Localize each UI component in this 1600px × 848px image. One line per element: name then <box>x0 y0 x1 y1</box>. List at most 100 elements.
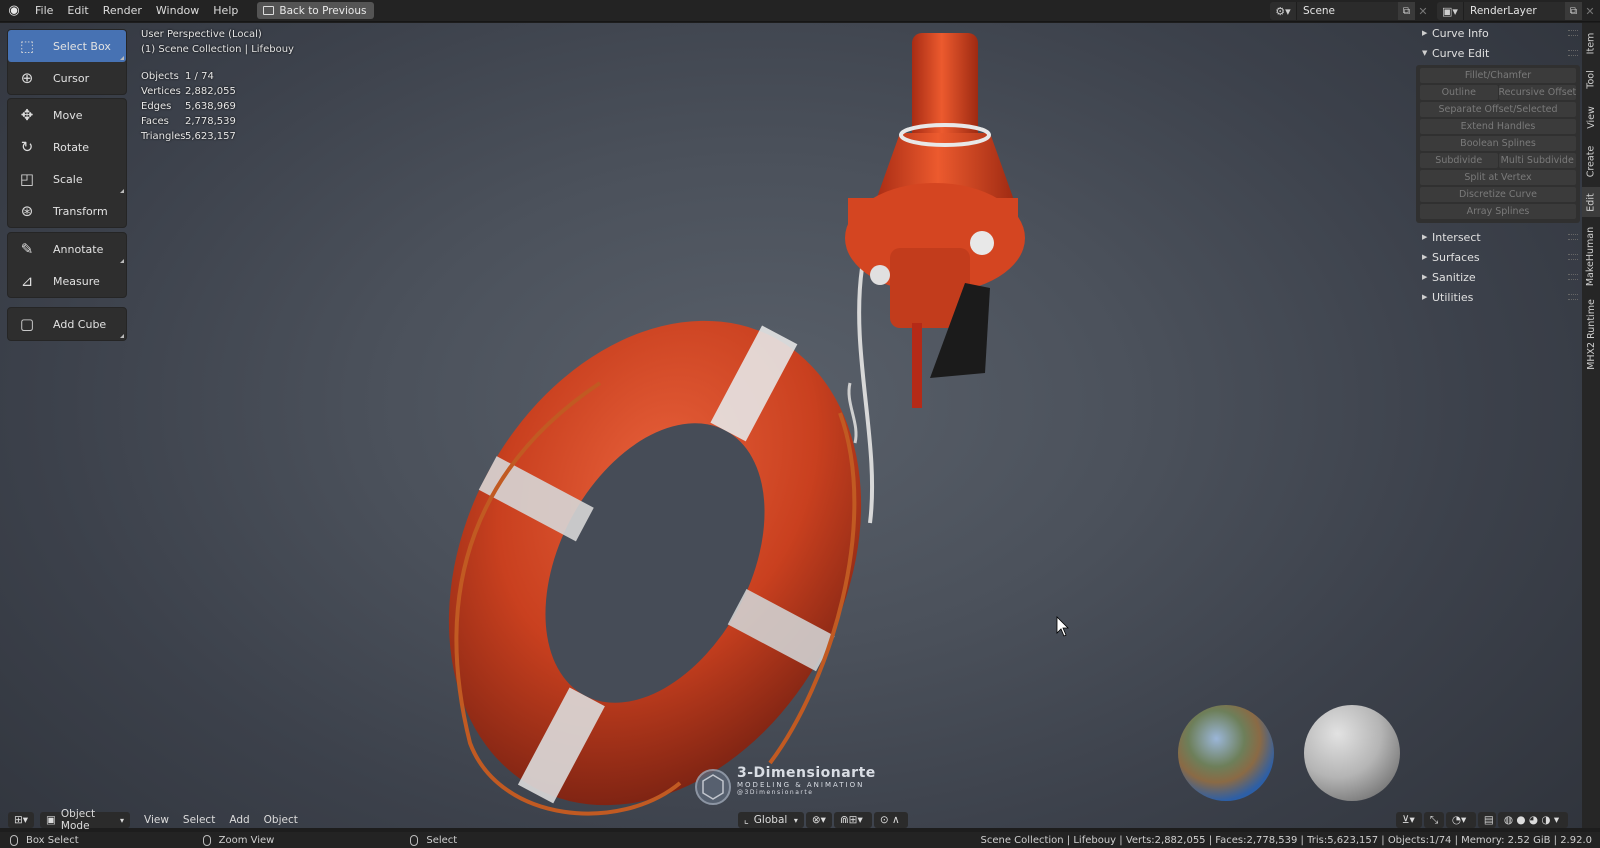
delete-layer-icon[interactable]: ✕ <box>1582 2 1598 20</box>
menu-render[interactable]: Render <box>96 0 149 22</box>
tool-transform[interactable]: ⊛ Transform <box>8 195 126 227</box>
subdivide-button[interactable]: Subdivide <box>1420 153 1498 168</box>
drag-grip-icon[interactable] <box>1568 294 1578 300</box>
panel-curve-edit-header[interactable]: ▼ Curve Edit <box>1416 43 1582 63</box>
tab-create[interactable]: Create <box>1582 139 1600 183</box>
multi-subdivide-button[interactable]: Multi Subdivide <box>1498 153 1576 168</box>
panel-utilities-header[interactable]: ▶ Utilities <box>1416 287 1582 307</box>
tool-scale-label: Scale <box>53 172 83 186</box>
delete-scene-icon[interactable]: ✕ <box>1415 2 1431 20</box>
transform-icon: ⊛ <box>20 202 34 220</box>
duplicate-scene-icon[interactable]: ⧉ <box>1398 2 1415 20</box>
panel-surfaces-header[interactable]: ▶ Surfaces <box>1416 247 1582 267</box>
stat-row: Edges 5,638,969 <box>141 101 236 112</box>
tool-add-cube[interactable]: ▢ Add Cube <box>8 308 126 340</box>
back-to-previous-button[interactable]: Back to Previous <box>257 2 375 19</box>
tool-measure-label: Measure <box>53 274 100 288</box>
drag-grip-icon[interactable] <box>1568 254 1578 260</box>
array-splines-button[interactable]: Array Splines <box>1420 204 1576 219</box>
scene-icon[interactable]: ⚙▾ <box>1270 2 1296 20</box>
tool-rotate[interactable]: ↻ Rotate <box>8 131 126 163</box>
tool-select-box[interactable]: ⬚ Select Box <box>8 30 126 62</box>
tool-transform-label: Transform <box>53 204 108 218</box>
menu-window[interactable]: Window <box>149 0 206 22</box>
tool-annotate[interactable]: ✎ Annotate <box>8 233 126 265</box>
tool-cursor[interactable]: ⊕ Cursor <box>8 62 126 94</box>
transform-orientation-dropdown[interactable]: ⌞ Global ▾ <box>737 812 804 828</box>
scene-selector[interactable]: ⚙▾ Scene ⧉ ✕ <box>1270 2 1431 20</box>
xray-icon[interactable]: ▤ <box>1477 812 1496 828</box>
tool-cursor-label: Cursor <box>53 71 90 85</box>
collapsed-arrow-icon: ▶ <box>1422 29 1428 37</box>
panel-utilities-label: Utilities <box>1432 290 1474 304</box>
tab-tool[interactable]: Tool <box>1582 63 1600 95</box>
fillet-chamfer-button[interactable]: Fillet/Chamfer <box>1420 68 1576 83</box>
watermark-subtitle: MODELING & ANIMATION <box>737 781 865 789</box>
object-mode-dropdown[interactable]: ▣ Object Mode ▾ <box>40 808 130 832</box>
render-layer-icon[interactable]: ▣▾ <box>1437 2 1463 20</box>
back-to-previous-label: Back to Previous <box>279 4 367 17</box>
proportional-edit-icon[interactable]: ⊙ ∧ <box>873 812 908 828</box>
tool-annotate-label: Annotate <box>53 242 104 256</box>
boolean-splines-button[interactable]: Boolean Splines <box>1420 136 1576 151</box>
scale-icon: ◰ <box>19 170 35 188</box>
drag-grip-icon[interactable] <box>1568 274 1578 280</box>
drag-grip-icon[interactable] <box>1568 234 1578 240</box>
drag-grip-icon[interactable] <box>1568 30 1578 36</box>
tool-move-label: Move <box>53 108 83 122</box>
collapsed-arrow-icon: ▶ <box>1422 233 1428 241</box>
editor-type-icon[interactable]: ⊞▾ <box>8 812 34 828</box>
scene-name-field[interactable]: Scene <box>1296 2 1398 20</box>
extend-handles-button[interactable]: Extend Handles <box>1420 119 1576 134</box>
drag-grip-icon[interactable] <box>1568 50 1578 56</box>
3d-viewport[interactable]: 3-Dimensionarte MODELING & ANIMATION @3D… <box>0 23 1600 828</box>
panel-surfaces-label: Surfaces <box>1432 250 1480 264</box>
snap-icon[interactable]: ⋒⊞▾ <box>833 812 872 828</box>
menu-edit[interactable]: Edit <box>60 0 95 22</box>
recursive-offset-button[interactable]: Recursive Offset <box>1498 85 1576 100</box>
render-layer-selector[interactable]: ▣▾ RenderLayer ⧉ ✕ <box>1437 2 1598 20</box>
toolbar-select-group: ⬚ Select Box ⊕ Cursor <box>7 29 127 95</box>
tab-view[interactable]: View <box>1582 99 1600 135</box>
menu-add[interactable]: Add <box>223 812 255 828</box>
annotate-icon: ✎ <box>20 240 34 258</box>
menu-view[interactable]: View <box>138 812 175 828</box>
shading-mode-icons[interactable]: ◍ ● ◕ ◑ ▾ <box>1497 812 1568 828</box>
pivot-point-icon[interactable]: ⊗▾ <box>805 812 832 828</box>
watermark-title: 3-Dimensionarte <box>737 765 876 781</box>
tab-edit[interactable]: Edit <box>1582 187 1600 217</box>
split-at-vertex-button[interactable]: Split at Vertex <box>1420 170 1576 185</box>
hdri-preview-sphere <box>1178 705 1274 801</box>
move-icon: ✥ <box>20 106 34 124</box>
panel-sanitize-label: Sanitize <box>1432 270 1476 284</box>
rotate-icon: ↻ <box>20 138 34 156</box>
discretize-curve-button[interactable]: Discretize Curve <box>1420 187 1576 202</box>
panel-intersect-label: Intersect <box>1432 230 1481 244</box>
render-layer-field[interactable]: RenderLayer <box>1463 2 1565 20</box>
status-select: Select <box>410 834 457 846</box>
tab-mhx2-runtime[interactable]: MHX2 Runtime <box>1582 295 1600 373</box>
add-cube-icon: ▢ <box>19 315 35 333</box>
panel-intersect-header[interactable]: ▶ Intersect <box>1416 227 1582 247</box>
tool-measure[interactable]: ⊿ Measure <box>8 265 126 297</box>
blender-logo-icon[interactable]: ◉ <box>0 0 28 22</box>
tool-scale[interactable]: ◰ Scale <box>8 163 126 195</box>
duplicate-layer-icon[interactable]: ⧉ <box>1565 2 1582 20</box>
object-mode-icon: ▣ <box>46 814 56 826</box>
measure-icon: ⊿ <box>20 272 34 290</box>
visibility-icon[interactable]: ⊻▾ <box>1395 812 1422 828</box>
tab-makehuman[interactable]: MakeHuman <box>1582 221 1600 291</box>
status-scene-info: Scene Collection | Lifebouy | Verts:2,88… <box>980 834 1593 846</box>
panel-curve-info-header[interactable]: ▶ Curve Info <box>1416 23 1582 43</box>
menu-select[interactable]: Select <box>177 812 221 828</box>
overlays-icon[interactable]: ◔▾ <box>1445 812 1476 828</box>
panel-sanitize-header[interactable]: ▶ Sanitize <box>1416 267 1582 287</box>
tool-move[interactable]: ✥ Move <box>8 99 126 131</box>
outline-button[interactable]: Outline <box>1420 85 1498 100</box>
gizmo-icon[interactable]: ⤡ <box>1423 812 1444 828</box>
menu-object[interactable]: Object <box>258 812 304 828</box>
tab-item[interactable]: Item <box>1582 27 1600 59</box>
menu-help[interactable]: Help <box>206 0 245 22</box>
menu-file[interactable]: File <box>28 0 60 22</box>
separate-offset-button[interactable]: Separate Offset/Selected <box>1420 102 1576 117</box>
